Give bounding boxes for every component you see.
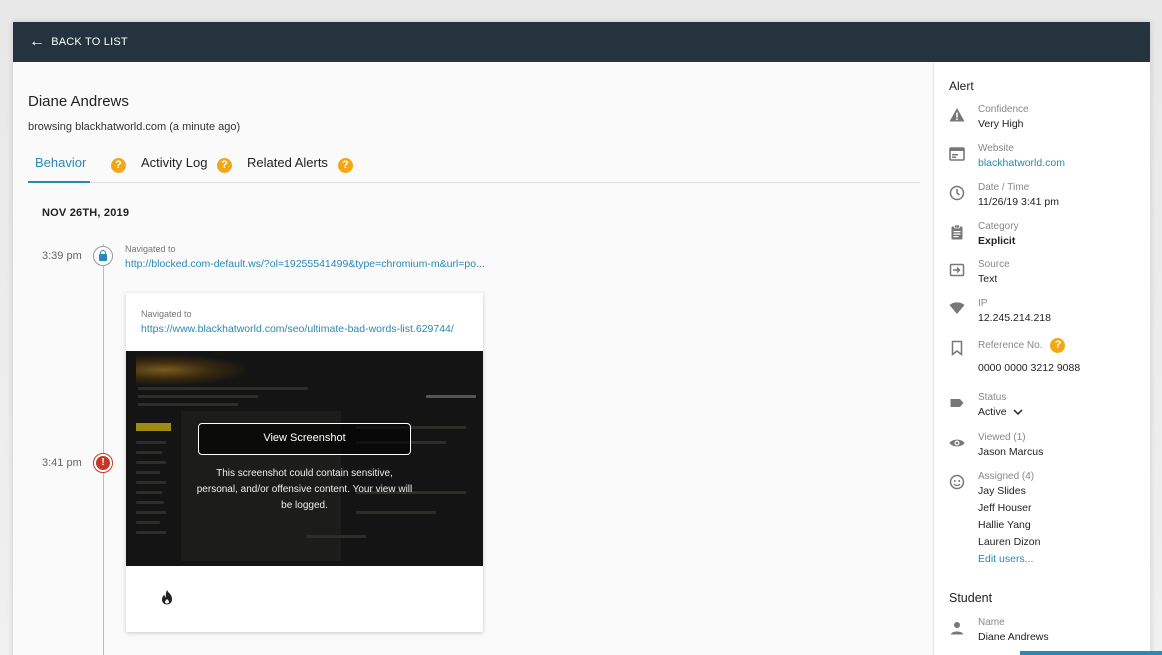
tab-behavior[interactable]: Behavior <box>28 155 90 183</box>
event-label: Navigated to <box>125 244 176 254</box>
tab-activity-log-label: Activity Log <box>141 155 208 170</box>
help-icon[interactable]: ? <box>338 158 353 173</box>
top-bar: ← BACK TO LIST <box>13 22 1150 62</box>
bookmark-icon <box>951 340 963 356</box>
source-value: Text <box>978 273 998 285</box>
source-field: Source Text <box>978 258 1010 287</box>
ip-label: IP <box>978 298 988 309</box>
lock-node-icon <box>93 246 113 266</box>
screenshot-warning: This screenshot could contain sensitive,… <box>196 468 413 511</box>
datetime-label: Date / Time <box>978 182 1030 193</box>
face-icon <box>949 474 965 490</box>
clipboard-icon <box>951 224 963 240</box>
datetime-value: 11/26/19 3:41 pm <box>978 196 1059 208</box>
viewed-label: Viewed (1) <box>978 432 1026 443</box>
alert-sidebar: Alert Confidence Very High Website black… <box>933 62 1150 655</box>
ip-value: 12.245.214.218 <box>978 312 1051 324</box>
scroll-indicator <box>1020 651 1162 655</box>
category-value: Explicit <box>978 235 1016 247</box>
category-label: Category <box>978 221 1019 232</box>
alert-node-icon: ! <box>93 453 113 473</box>
app-frame: ← BACK TO LIST Diane Andrews browsing bl… <box>13 22 1150 655</box>
browser-window-icon <box>949 147 965 161</box>
timeline-line <box>103 244 104 655</box>
student-name-label: Name <box>978 617 1005 628</box>
website-link[interactable]: blackhatworld.com <box>978 155 1065 171</box>
student-name-field: Name Diane Andrews <box>978 616 1049 645</box>
website-label: Website <box>978 143 1014 154</box>
help-icon[interactable]: ? <box>111 158 126 173</box>
view-screenshot-button[interactable]: View Screenshot <box>198 423 411 455</box>
ip-field: IP 12.245.214.218 <box>978 297 1051 326</box>
chevron-down-icon <box>1013 409 1023 416</box>
alert-title: Alert <box>949 79 974 93</box>
blurred-screenshot[interactable]: View Screenshot This screenshot could co… <box>126 351 483 566</box>
arrow-left-icon: ← <box>29 33 46 50</box>
timeline-date: NOV 26TH, 2019 <box>42 207 130 219</box>
user-name: Diane Andrews <box>28 93 129 110</box>
viewed-value: Jason Marcus <box>978 446 1044 458</box>
status-label: Status <box>978 392 1007 403</box>
category-field: Category Explicit <box>978 220 1019 249</box>
event-time: 3:41 pm <box>42 457 82 469</box>
assigned-user: Jeff Houser <box>978 502 1032 514</box>
event-url-link[interactable]: http://blocked.com-default.ws/?ol=192555… <box>125 258 485 270</box>
confidence-label: Confidence <box>978 104 1029 115</box>
edit-users-link[interactable]: Edit users... <box>978 551 1040 568</box>
confidence-value: Very High <box>978 118 1024 130</box>
reference-label: Reference No. <box>978 339 1043 351</box>
person-icon <box>951 622 963 635</box>
student-name-value: Diane Andrews <box>978 631 1049 643</box>
reference-field: Reference No. ? 0000 0000 3212 9088 <box>978 336 1080 376</box>
status-field: Status Active <box>978 391 1023 420</box>
back-to-list-button[interactable]: ← BACK TO LIST <box>29 34 128 50</box>
assigned-label: Assigned (4) <box>978 471 1035 482</box>
assigned-user: Lauren Dizon <box>978 536 1041 548</box>
source-label: Source <box>978 259 1010 270</box>
main-panel: Diane Andrews browsing blackhatworld.com… <box>13 62 933 655</box>
event-time: 3:39 pm <box>42 250 82 262</box>
tab-related-alerts[interactable]: Related Alerts <box>247 155 328 183</box>
assigned-user: Jay Slides <box>978 485 1026 497</box>
eye-icon <box>949 439 965 447</box>
status-value: Active <box>978 406 1007 418</box>
event-label: Navigated to <box>141 309 192 319</box>
tab-activity-log[interactable]: Activity Log <box>141 155 207 183</box>
website-field: Website blackhatworld.com <box>978 142 1065 171</box>
help-icon[interactable]: ? <box>1050 337 1066 353</box>
confidence-field: Confidence Very High <box>978 103 1029 132</box>
tab-related-alerts-label: Related Alerts <box>247 155 328 170</box>
tag-icon <box>950 399 964 407</box>
reference-value: 0000 0000 3212 9088 <box>978 362 1081 374</box>
tab-behavior-label: Behavior <box>35 155 87 170</box>
fire-icon[interactable] <box>160 589 174 605</box>
status-dropdown[interactable]: Active <box>978 404 1023 420</box>
event-url-link[interactable]: https://www.blackhatworld.com/seo/ultima… <box>141 323 454 335</box>
warning-icon <box>949 108 965 122</box>
user-activity-subtitle: browsing blackhatworld.com (a minute ago… <box>28 121 241 133</box>
back-to-list-label: BACK TO LIST <box>51 36 128 48</box>
viewed-field: Viewed (1) Jason Marcus <box>978 431 1043 460</box>
tab-bar: Behavior ? Activity Log ? Related Alerts… <box>28 155 920 183</box>
assigned-user: Hallie Yang <box>978 519 1031 531</box>
screenshot-card: Navigated to https://www.blackhatworld.c… <box>126 293 483 632</box>
clock-icon <box>949 185 965 201</box>
input-source-icon <box>949 263 965 277</box>
wifi-icon <box>949 302 965 314</box>
student-title: Student <box>949 591 993 605</box>
datetime-field: Date / Time 11/26/19 3:41 pm <box>978 181 1059 210</box>
assigned-field: Assigned (4) Jay Slides Jeff Houser Hall… <box>978 470 1040 568</box>
help-icon[interactable]: ? <box>217 158 232 173</box>
